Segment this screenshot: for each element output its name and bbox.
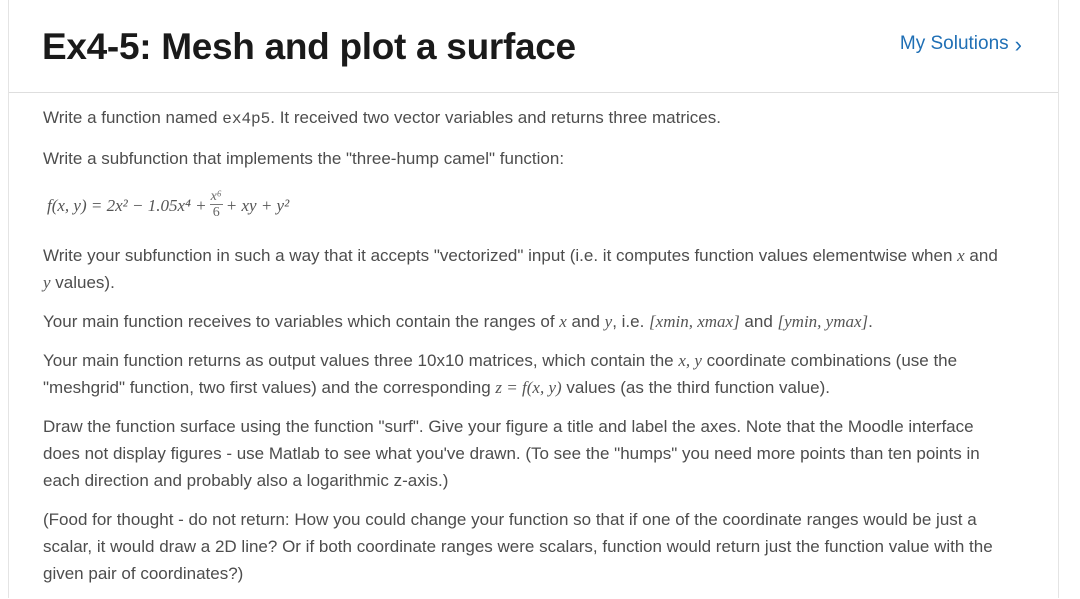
paragraph-vectorized: Write your subfunction in such a way tha… xyxy=(43,242,1003,296)
function-name-code: ex4p5 xyxy=(222,110,271,128)
ranges-text-ie: , i.e. xyxy=(612,312,650,331)
vectorized-text-start: Write your subfunction in such a way tha… xyxy=(43,246,958,265)
math-xy: x, y xyxy=(678,351,702,370)
ranges-text-end: . xyxy=(868,312,873,331)
problem-description: Write a function named ex4p5. It receive… xyxy=(43,104,1003,599)
formula-fraction: x⁶ 6 xyxy=(209,189,223,220)
math-x-range: [xmin, xmax] xyxy=(649,312,740,331)
paragraph-outputs: Your main function returns as output val… xyxy=(43,347,1003,401)
vectorized-text-end: values). xyxy=(50,273,115,292)
paragraph-intro: Write a function named ex4p5. It receive… xyxy=(43,104,1003,133)
math-x: x xyxy=(957,246,965,265)
ranges-text-and2: and xyxy=(739,312,778,331)
intro-text-start: Write a function named xyxy=(43,108,223,127)
fraction-denominator: 6 xyxy=(212,205,220,220)
problem-page: Ex4-5: Mesh and plot a surface My Soluti… xyxy=(8,0,1059,598)
ranges-text-and: and xyxy=(566,312,605,331)
paragraph-ranges: Your main function receives to variables… xyxy=(43,308,1003,335)
paragraph-food-for-thought: (Food for thought - do not return: How y… xyxy=(43,510,993,583)
math-z-equation: z = f(x, y) xyxy=(495,378,562,397)
paragraph-subfunction: Write a subfunction that implements the … xyxy=(43,149,565,168)
chevron-right-icon: › xyxy=(1014,31,1022,57)
intro-text-end: . It received two vector variables and r… xyxy=(270,108,721,127)
outputs-text-start: Your main function returns as output val… xyxy=(43,351,679,370)
camel-function-formula: f(x, y) = 2x² − 1.05x⁴ + x⁶ 6 + xy + y² xyxy=(47,184,1003,226)
formula-right: + xy + y² xyxy=(225,195,290,215)
math-x: x xyxy=(559,312,567,331)
fraction-numerator: x⁶ xyxy=(209,189,223,205)
formula-left: f(x, y) = 2x² − 1.05x⁴ + xyxy=(47,195,207,215)
ranges-text-start: Your main function receives to variables… xyxy=(43,312,560,331)
my-solutions-link[interactable]: My Solutions › xyxy=(900,33,1022,55)
header-divider xyxy=(9,92,1058,93)
paragraph-surf: Draw the function surface using the func… xyxy=(43,417,980,490)
math-y-range: [ymin, ymax] xyxy=(777,312,869,331)
math-y: y xyxy=(43,273,51,292)
outputs-text-end: values (as the third function value). xyxy=(561,378,831,397)
my-solutions-label: My Solutions xyxy=(899,33,1009,54)
page-title: Ex4-5: Mesh and plot a surface xyxy=(42,26,576,67)
vectorized-text-mid: and xyxy=(964,246,998,265)
